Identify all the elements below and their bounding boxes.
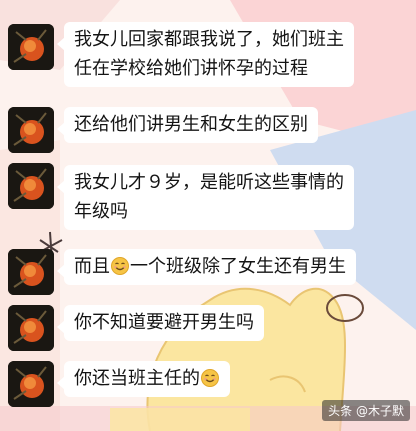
- smile-emoji-icon: [201, 369, 219, 387]
- contact-avatar[interactable]: [8, 305, 54, 351]
- message-bubble[interactable]: 我女儿回家都跟我说了，她们班主 任在学校给她们讲怀孕的过程: [57, 22, 354, 87]
- message-text: 我女儿回家都跟我说了，她们班主: [74, 29, 344, 50]
- message-text: 还给他们讲男生和女生的区别: [74, 114, 308, 135]
- message-text: 我女儿才９岁，是能听这些事情的: [74, 172, 344, 193]
- message-bubble[interactable]: 你不知道要避开男生吗: [57, 305, 264, 341]
- message-text: 而且: [74, 256, 110, 277]
- contact-avatar[interactable]: [8, 249, 54, 295]
- contact-avatar[interactable]: [8, 24, 54, 70]
- watermark: 头条 @木子默: [322, 400, 410, 421]
- message-text: 你不知道要避开男生吗: [74, 312, 254, 333]
- smile-emoji-icon: [111, 257, 129, 275]
- contact-avatar[interactable]: [8, 163, 54, 209]
- message-text: 年级吗: [74, 201, 128, 222]
- contact-avatar[interactable]: [8, 107, 54, 153]
- message-text: 你还当班主任的: [74, 368, 200, 389]
- message-bubble[interactable]: 而且 一个班级除了女生还有男生: [57, 249, 356, 285]
- message-bubble[interactable]: 还给他们讲男生和女生的区别: [57, 107, 318, 143]
- message-bubble[interactable]: 你还当班主任的: [57, 361, 230, 397]
- message-text: 任在学校给她们讲怀孕的过程: [74, 58, 308, 79]
- message-text: 一个班级除了女生还有男生: [130, 256, 346, 277]
- contact-avatar[interactable]: [8, 361, 54, 407]
- message-bubble[interactable]: 我女儿才９岁，是能听这些事情的 年级吗: [57, 165, 354, 230]
